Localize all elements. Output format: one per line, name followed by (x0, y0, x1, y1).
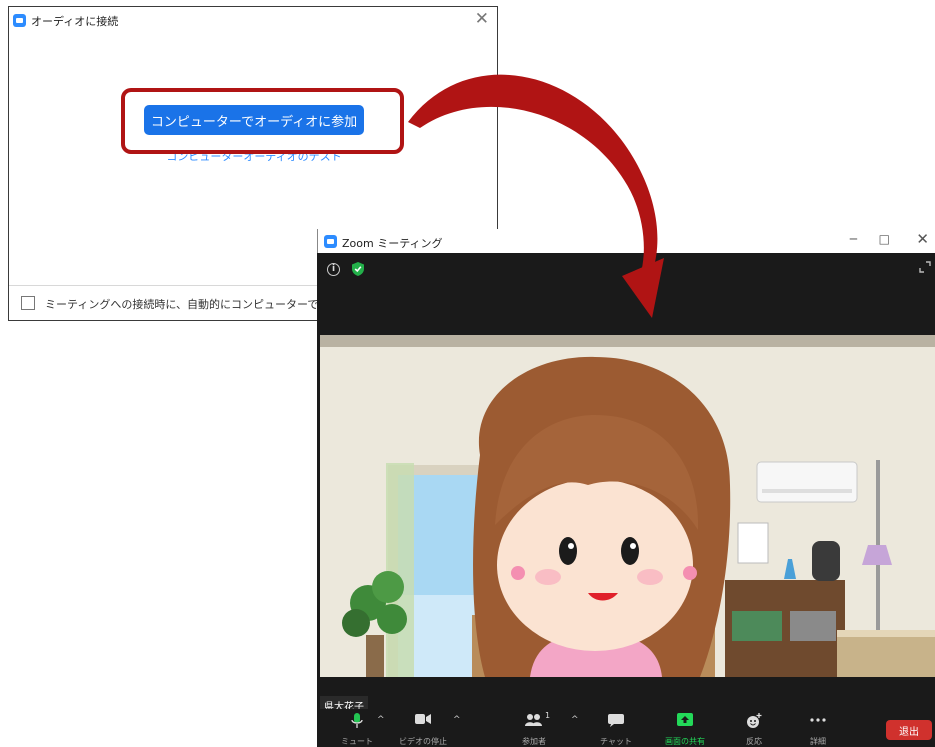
stop-video-label: ビデオの停止 (399, 737, 447, 746)
more-button[interactable]: 詳細 (801, 709, 835, 747)
chat-label: チャット (600, 737, 632, 746)
auto-join-checkbox[interactable] (21, 296, 35, 310)
close-icon[interactable]: ✕ (475, 9, 489, 29)
highlight-box (121, 88, 404, 154)
meeting-toolbar: ミュート ^ ビデオの停止 ^ 1 参加者 ^ チャット 画面の共有 反応 詳細… (317, 709, 935, 747)
chat-button[interactable]: チャット (599, 709, 633, 747)
fullscreen-icon[interactable] (919, 261, 931, 273)
microphone-icon (351, 713, 363, 728)
zoom-window-title: Zoom ミーティング (342, 237, 443, 250)
reactions-button[interactable]: 反応 (737, 709, 771, 747)
participants-label: 参加者 (522, 737, 546, 746)
participants-button[interactable]: 1 参加者 (517, 709, 551, 747)
share-screen-button[interactable]: 画面の共有 (661, 709, 709, 747)
participants-count: 1 (545, 711, 551, 720)
mute-label: ミュート (341, 737, 373, 746)
minimize-icon[interactable]: ─ (850, 232, 857, 246)
participants-icon (525, 714, 542, 726)
security-shield-icon[interactable] (351, 261, 365, 277)
maximize-icon[interactable]: □ (879, 232, 890, 246)
participants-options-caret-icon[interactable]: ^ (571, 715, 579, 725)
zoom-titlebar: Zoom ミーティング ─ □ ✕ (317, 229, 935, 253)
zoom-logo-icon (324, 235, 337, 248)
stop-video-button[interactable]: ビデオの停止 (395, 709, 451, 747)
close-icon[interactable]: ✕ (916, 230, 929, 248)
more-label: 詳細 (810, 737, 826, 746)
video-camera-icon (415, 714, 431, 724)
zoom-logo-icon (13, 14, 26, 27)
leave-meeting-button[interactable]: 退出 (886, 720, 932, 740)
tutorial-screenshot: オーディオに接続 ✕ コンピューターでオーディオに参加 コンピューターオーディオ… (0, 0, 935, 747)
info-icon[interactable]: i (327, 263, 340, 276)
reactions-label: 反応 (746, 737, 762, 746)
video-options-caret-icon[interactable]: ^ (453, 715, 461, 725)
audio-dialog-titlebar: オーディオに接続 ✕ (9, 7, 497, 33)
zoom-meeting-window: Zoom ミーティング ─ □ ✕ i 県大花子 ミュート ^ ビデオの停止 ^… (317, 229, 935, 747)
share-screen-icon (677, 713, 693, 726)
share-screen-label: 画面の共有 (665, 737, 705, 746)
mute-button[interactable]: ミュート (339, 709, 375, 747)
audio-options-caret-icon[interactable]: ^ (377, 715, 385, 725)
participant-video (320, 335, 935, 677)
more-dots-icon (810, 718, 826, 722)
reaction-emoji-icon (747, 713, 762, 728)
chat-bubble-icon (608, 714, 624, 727)
audio-dialog-title: オーディオに接続 (31, 15, 119, 28)
video-illustration (320, 335, 935, 677)
